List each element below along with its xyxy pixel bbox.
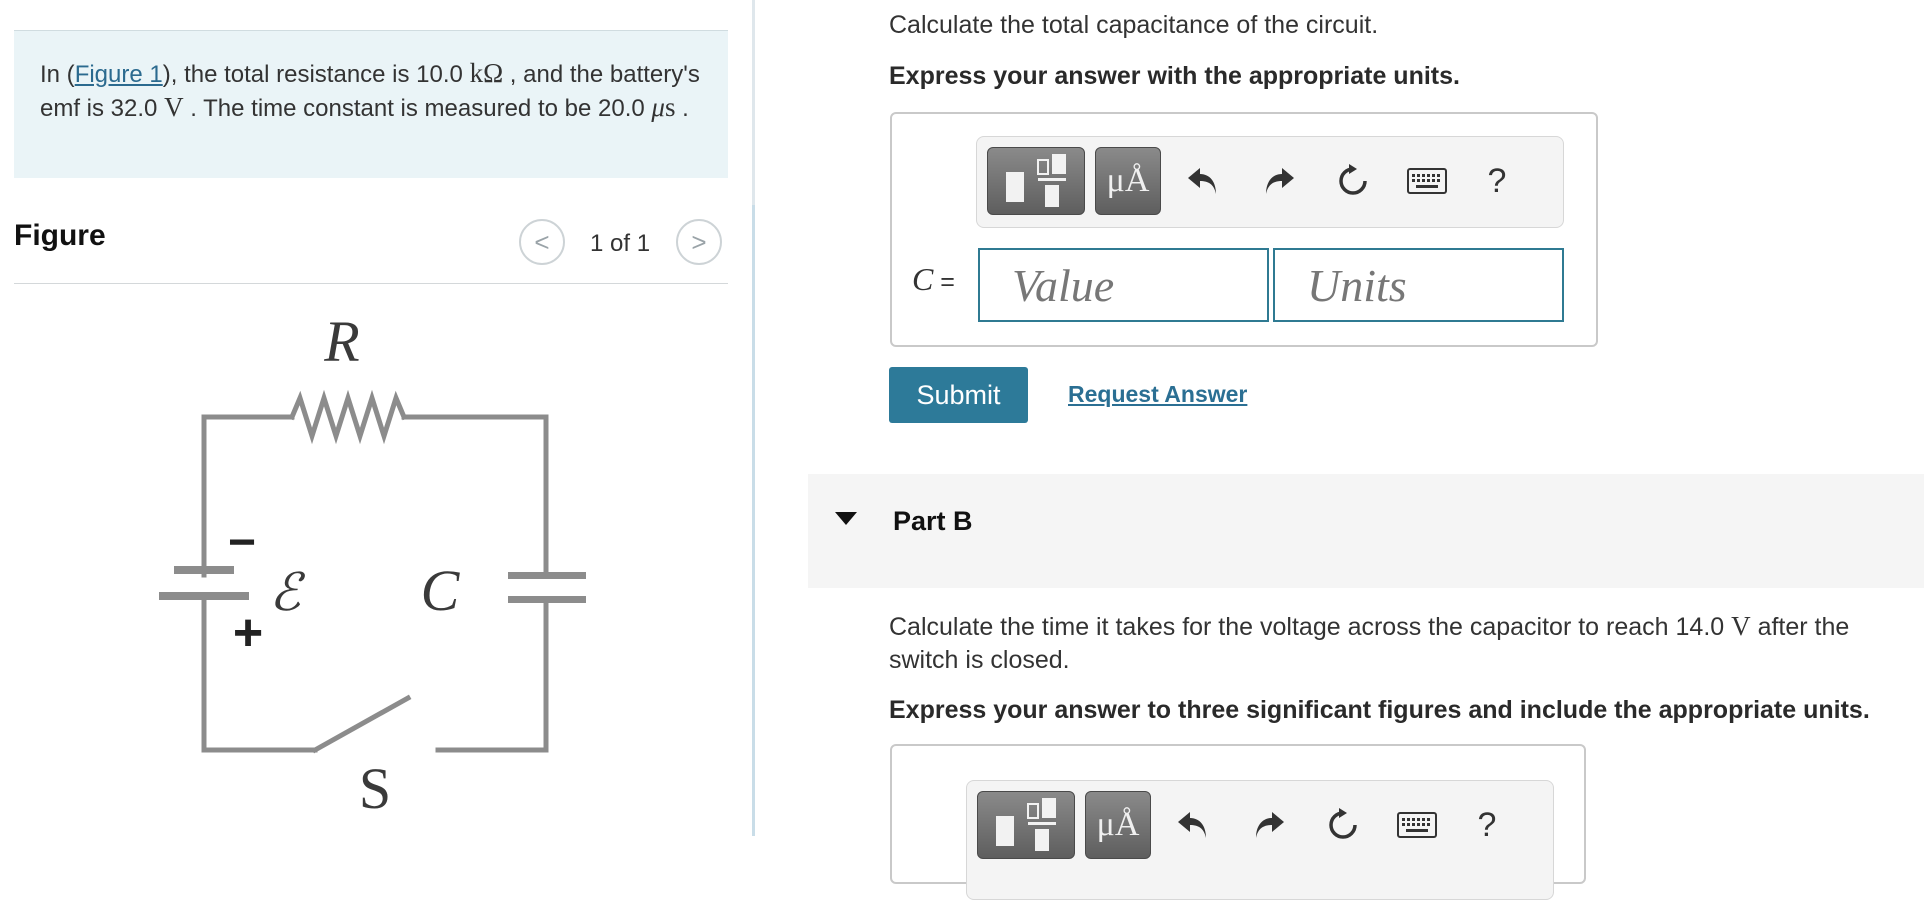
- voltage-unit: V: [1731, 611, 1751, 641]
- wire-right-lower: [435, 599, 549, 753]
- part-b-header[interactable]: [808, 474, 1924, 588]
- problem-statement: In (Figure 1), the total resistance is 1…: [14, 30, 728, 178]
- label-r: R: [323, 309, 359, 374]
- help-button[interactable]: ?: [1477, 161, 1517, 201]
- part-a-instruction: Express your answer with the appropriate…: [889, 62, 1460, 90]
- chevron-left-icon: <: [534, 226, 550, 257]
- keyboard-icon[interactable]: [1397, 805, 1437, 845]
- math-toolbar: μÅ ?: [966, 780, 1554, 900]
- part-a-answer-box: μÅ ? C = Value Units: [890, 112, 1598, 347]
- undo-icon[interactable]: [1173, 805, 1213, 845]
- redo-icon[interactable]: [1249, 805, 1289, 845]
- templates-button[interactable]: [987, 147, 1085, 215]
- time-unit: s: [664, 92, 676, 122]
- label-minus: −: [228, 516, 256, 569]
- units-input[interactable]: Units: [1273, 248, 1564, 322]
- left-panel: In (Figure 1), the total resistance is 1…: [0, 0, 753, 836]
- wire-top-right: [401, 414, 549, 576]
- templates-icon: [1006, 154, 1066, 207]
- rc-circuit-diagram: R C ℰ S − +: [159, 309, 586, 821]
- keyboard-icon[interactable]: [1407, 161, 1447, 201]
- prev-figure-button[interactable]: <: [519, 219, 565, 265]
- reset-icon[interactable]: [1333, 161, 1373, 201]
- value-input[interactable]: Value: [978, 248, 1269, 322]
- resistor-symbol: [288, 389, 408, 445]
- figure-link[interactable]: Figure 1: [75, 61, 163, 88]
- reset-icon[interactable]: [1323, 805, 1363, 845]
- capacitor-plate-bottom: [508, 596, 586, 603]
- label-s: S: [359, 756, 391, 821]
- units-button[interactable]: μÅ: [1085, 791, 1151, 859]
- templates-icon: [996, 798, 1056, 851]
- resistance-unit: kΩ: [469, 58, 504, 88]
- figure-title: Figure: [14, 219, 106, 252]
- time-unit-prefix: μ: [651, 92, 665, 122]
- label-emf: ℰ: [269, 565, 305, 622]
- units-button[interactable]: μÅ: [1095, 147, 1161, 215]
- math-toolbar: μÅ ?: [976, 136, 1564, 228]
- request-answer-link[interactable]: Request Answer: [1068, 381, 1247, 408]
- part-b-instruction: Express your answer to three significant…: [889, 696, 1870, 724]
- part-b-title[interactable]: Part B: [893, 506, 973, 537]
- variable-c: C: [912, 261, 934, 297]
- help-button[interactable]: ?: [1467, 805, 1507, 845]
- equation-label: C =: [912, 261, 955, 298]
- equals-sign: =: [933, 268, 955, 296]
- capacitor-plate-top: [508, 572, 586, 579]
- problem-text: ), the total resistance is 10.0: [162, 61, 470, 88]
- redo-icon[interactable]: [1259, 161, 1299, 201]
- figure-divider: [14, 283, 728, 284]
- problem-text: . The time constant is measured to be 20…: [183, 95, 652, 122]
- battery-plate-short: [174, 566, 234, 574]
- caret-down-icon[interactable]: [835, 512, 857, 525]
- label-c: C: [421, 558, 461, 623]
- part-b-question: Calculate the time it takes for the volt…: [889, 610, 1899, 677]
- emf-unit: V: [164, 92, 184, 122]
- figure-counter: 1 of 1: [590, 230, 651, 257]
- battery-plate-long: [159, 592, 249, 600]
- problem-text: .: [675, 95, 689, 122]
- chevron-right-icon: >: [691, 226, 707, 257]
- undo-icon[interactable]: [1183, 161, 1223, 201]
- part-a-question: Calculate the total capacitance of the c…: [889, 11, 1379, 39]
- switch-arm: [311, 694, 412, 754]
- label-plus: +: [233, 604, 263, 662]
- question-text: Calculate the time it takes for the volt…: [889, 613, 1732, 641]
- submit-button[interactable]: Submit: [889, 367, 1028, 423]
- problem-text: In (: [40, 61, 75, 88]
- panel-divider-top: [752, 0, 755, 205]
- next-figure-button[interactable]: >: [676, 219, 722, 265]
- templates-button[interactable]: [977, 791, 1075, 859]
- part-b-answer-box: μÅ ?: [890, 744, 1586, 900]
